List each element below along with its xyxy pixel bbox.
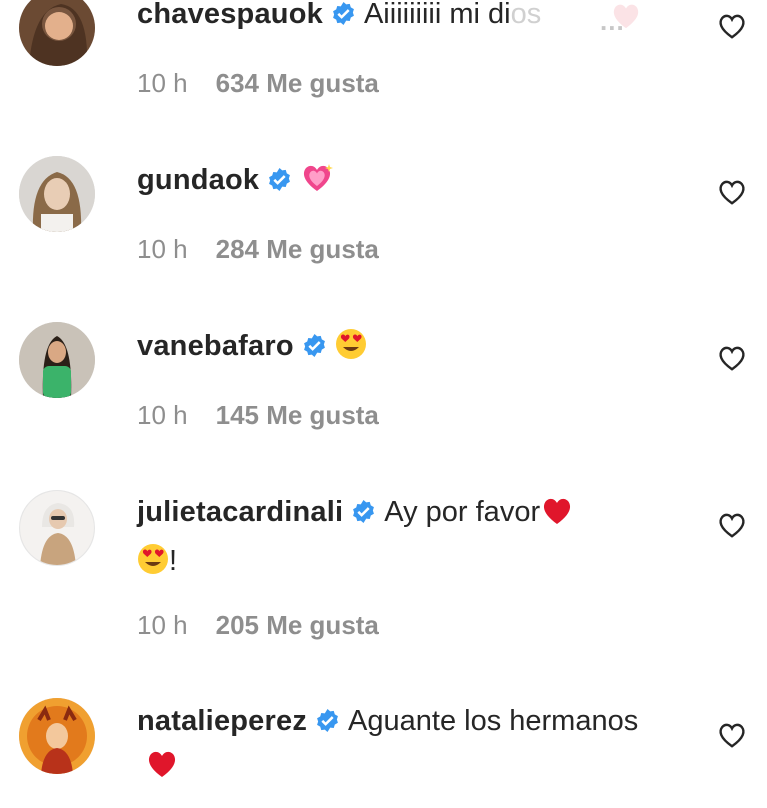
comment-time: 10 h [137, 400, 188, 430]
verified-badge-icon [302, 327, 327, 357]
likes-count[interactable]: 284 Me gusta [216, 234, 379, 264]
comment-meta: 10 h 284 Me gusta [137, 234, 379, 265]
like-heart-icon[interactable] [717, 511, 747, 539]
comment-body: gundaok [137, 158, 657, 207]
comment-body: natalieperez Aguante los hermanos [137, 699, 657, 792]
comment-body: vanebafaro [137, 324, 657, 373]
comment-text: Aguante los hermanos [348, 705, 639, 737]
comment-meta: 10 h 145 Me gusta [137, 400, 379, 431]
comment-text-end: ! [169, 545, 178, 577]
avatar[interactable] [19, 156, 95, 232]
comment-text: Ay por favor [384, 496, 541, 528]
username[interactable]: julietacardinali [137, 496, 343, 528]
like-heart-icon[interactable] [717, 12, 747, 40]
avatar[interactable] [19, 322, 95, 398]
comment-time: 10 h [137, 234, 188, 264]
avatar[interactable] [19, 490, 95, 566]
likes-count[interactable]: 634 Me gusta [216, 68, 379, 98]
comment-meta: 10 h 634 Me gusta [137, 68, 379, 99]
avatar[interactable] [19, 0, 95, 66]
comment-time: 10 h [137, 68, 188, 98]
username[interactable]: vanebafaro [137, 330, 294, 362]
username[interactable]: chavespauok [137, 0, 323, 30]
heart-eyes-icon [335, 328, 367, 373]
likes-count[interactable]: 205 Me gusta [216, 610, 379, 640]
avatar[interactable] [19, 698, 95, 774]
like-heart-icon[interactable] [717, 721, 747, 749]
more-options-button[interactable]: ... [600, 6, 625, 37]
like-heart-icon[interactable] [717, 344, 747, 372]
comment-body: chavespauok Aiiiiiiiii mi dios [137, 0, 657, 36]
like-heart-icon[interactable] [717, 178, 747, 206]
verified-badge-icon [351, 493, 376, 523]
comment-meta: 10 h 205 Me gusta [137, 610, 379, 641]
comment-text: Aiiiiiiiii mi di [363, 0, 511, 30]
verified-badge-icon [331, 0, 356, 25]
red-heart-icon [540, 495, 574, 539]
verified-badge-icon [267, 161, 292, 191]
comment-body: julietacardinali Ay por favor ! [137, 490, 657, 588]
red-heart-icon [145, 748, 179, 792]
verified-badge-icon [315, 702, 340, 732]
comment-text-faded: os [510, 0, 542, 30]
heart-eyes-icon [137, 543, 169, 588]
username[interactable]: gundaok [137, 164, 259, 196]
comment-time: 10 h [137, 610, 188, 640]
likes-count[interactable]: 145 Me gusta [216, 400, 379, 430]
sparkling-heart-icon [300, 162, 334, 207]
username[interactable]: natalieperez [137, 705, 307, 737]
